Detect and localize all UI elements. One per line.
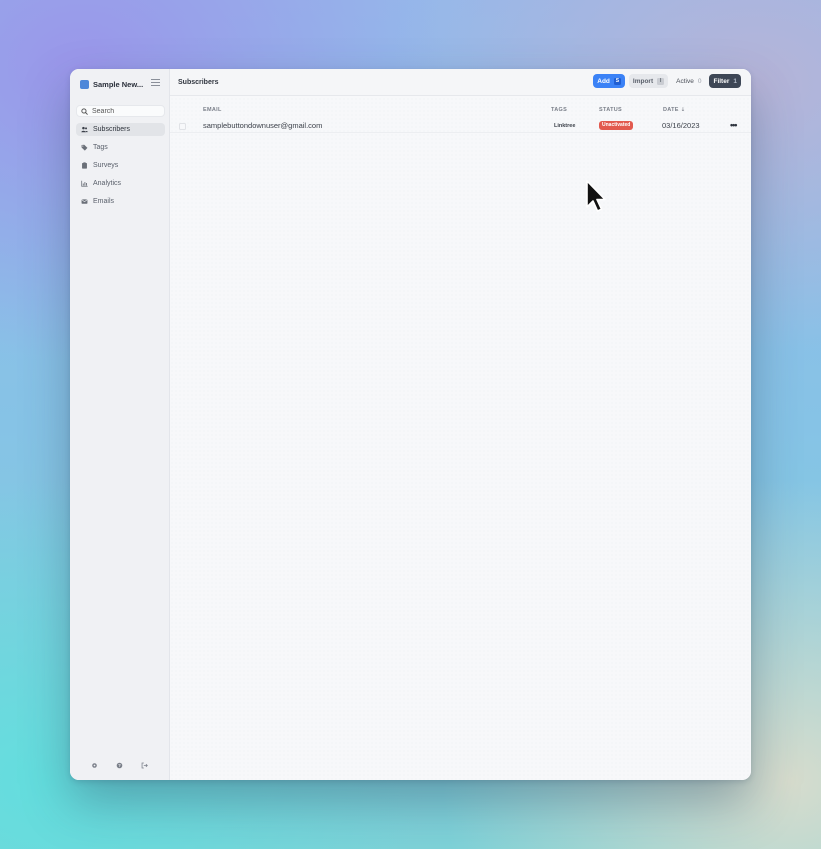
app-window: Sample New... Subscribers Tags [70, 69, 751, 780]
column-status[interactable]: STATUS [599, 107, 622, 113]
toolbar-actions: Add S Import I Active 0 Filter 1 [593, 74, 741, 88]
active-view-toggle[interactable]: Active 0 [672, 74, 705, 88]
sidebar-item-label: Analytics [93, 180, 122, 187]
filter-count: 1 [733, 77, 737, 85]
subscriber-date: 03/16/2023 [662, 121, 700, 130]
add-shortcut: S [613, 77, 621, 85]
logout-icon[interactable] [141, 762, 148, 769]
mouse-pointer-icon [586, 180, 606, 212]
search-icon [81, 107, 88, 115]
topbar: Subscribers Add S Import I Active 0 Filt… [170, 69, 751, 96]
sidebar-item-label: Emails [93, 198, 115, 205]
row-checkbox[interactable] [179, 123, 186, 130]
active-count: 0 [697, 77, 702, 85]
subscriber-email[interactable]: samplebuttondownuser@gmail.com [203, 121, 322, 130]
gear-icon[interactable] [91, 762, 98, 769]
sidebar-item-analytics[interactable]: Analytics [76, 177, 165, 190]
page-title: Subscribers [178, 78, 219, 86]
sidebar-item-label: Surveys [93, 162, 119, 169]
sidebar-item-tags[interactable]: Tags [76, 141, 165, 154]
menu-icon[interactable] [151, 79, 160, 87]
import-label: Import [632, 77, 654, 85]
table-row[interactable]: samplebuttondownuser@gmail.com Linktree … [170, 119, 751, 133]
newsletter-name: Sample New... [93, 79, 144, 89]
add-label: Add [597, 77, 610, 85]
help-icon[interactable]: ? [116, 762, 123, 769]
users-icon [81, 126, 88, 133]
sidebar-footer: ? [70, 750, 169, 780]
sidebar-item-label: Tags [93, 144, 108, 151]
active-label: Active [676, 77, 694, 85]
tag-pill[interactable]: Linktree [554, 123, 575, 129]
add-button[interactable]: Add S [593, 74, 625, 88]
status-badge: Unactivated [599, 121, 634, 130]
sidebar-item-subscribers[interactable]: Subscribers [76, 123, 165, 136]
tag-icon [81, 144, 88, 151]
svg-text:?: ? [118, 763, 121, 768]
sidebar-search[interactable] [76, 105, 165, 117]
sidebar-item-surveys[interactable]: Surveys [76, 159, 165, 172]
newsletter-logo-icon [80, 79, 89, 89]
clipboard-icon [82, 162, 87, 169]
chart-bar-icon [81, 180, 88, 187]
column-email[interactable]: EMAIL [203, 107, 222, 113]
filter-label: Filter [713, 77, 730, 85]
sidebar-item-emails[interactable]: Emails [76, 195, 165, 208]
envelope-icon [81, 199, 88, 204]
import-button[interactable]: Import I [628, 74, 669, 88]
search-input[interactable] [92, 107, 164, 115]
column-date[interactable]: DATE ⇣ [663, 107, 686, 113]
import-shortcut: I [657, 77, 665, 85]
more-options-icon[interactable]: ••• [730, 120, 738, 130]
main-content: Subscribers Add S Import I Active 0 Filt… [170, 69, 751, 780]
table-header: EMAIL TAGS STATUS DATE ⇣ [170, 107, 751, 117]
sidebar-item-label: Subscribers [93, 126, 130, 133]
filter-button[interactable]: Filter 1 [709, 74, 741, 88]
sidebar: Sample New... Subscribers Tags [70, 69, 170, 780]
column-tags[interactable]: TAGS [551, 107, 567, 113]
